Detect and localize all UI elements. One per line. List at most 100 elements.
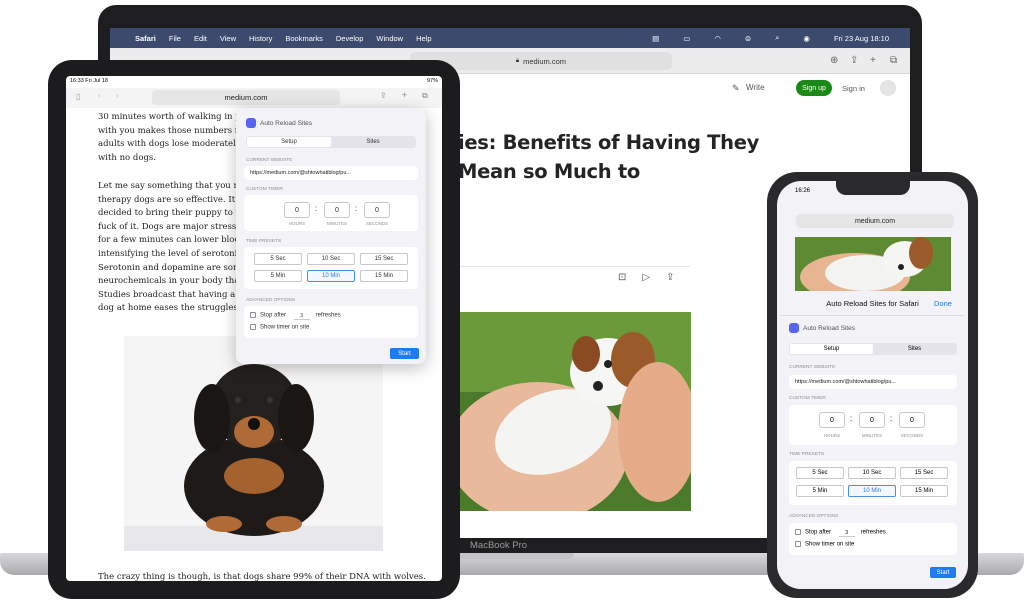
article-divider [458,266,690,267]
custom-timer-card: 0 : 0 : 0 HOURS MINUTES SECONDS [244,195,418,231]
time-presets-card: 5 Sec 10 Sec 15 Sec 5 Min 10 Min 15 Min [244,247,418,289]
menu-item-develop[interactable]: Develop [336,34,364,43]
article-headline: ies: Benefits of Having They Mean so Muc… [458,131,760,183]
stop-count-input[interactable]: 3 [838,530,855,537]
done-button[interactable]: Done [934,299,952,308]
preset-5-min[interactable]: 5 Min [796,485,844,497]
text-line: for a few minutes can lower blood [98,235,245,246]
iphone-address-bar[interactable]: medium.com [796,214,954,228]
bookmark-icon[interactable]: ⊡ [618,272,626,283]
text-line: Let me say something that you mig [98,181,248,191]
siri-icon[interactable]: ◉ [803,34,810,43]
battery-icon[interactable]: ▭ [683,34,690,43]
extension-sheet: Auto Reload Sites for Safari Done Auto R… [781,291,964,589]
stop-after-checkbox[interactable] [250,312,256,318]
status-icon[interactable]: ▤ [652,34,659,43]
extension-popover: Auto Reload Sites Setup Sites CURRENT WE… [236,108,426,364]
current-url-field: https://medium.com/@shtowhatiblog/pu... [789,375,957,389]
search-icon[interactable]: ⌕ [775,33,779,43]
show-timer-checkbox[interactable] [250,324,256,330]
timer-colon: : [315,204,318,213]
text-line: with you makes those numbers m [98,125,243,136]
preset-15-sec[interactable]: 15 Sec [900,467,948,479]
hours-label: HOURS [823,433,841,438]
signin-link[interactable]: Sign in [842,84,865,93]
tab-sites[interactable]: Sites [331,137,415,147]
minutes-input[interactable]: 0 [324,202,350,218]
stop-count-input[interactable]: 3 [293,313,310,320]
new-tab-icon[interactable]: + [402,90,407,100]
seconds-input[interactable]: 0 [364,202,390,218]
download-icon[interactable]: ⊕ [830,55,838,66]
preset-15-sec[interactable]: 15 Sec [360,253,408,265]
share-icon[interactable]: ⇪ [850,55,858,66]
write-link[interactable]: Write [746,83,765,92]
app-icon [789,323,799,333]
back-icon[interactable]: ‹ [98,91,101,100]
share-icon[interactable]: ⇪ [666,272,674,283]
menu-item-edit[interactable]: Edit [194,34,207,43]
ipad-address-bar[interactable]: medium.com [152,90,340,105]
menu-item-history[interactable]: History [249,34,272,43]
avatar[interactable] [880,80,896,96]
minutes-label: MINUTES [861,433,883,438]
time-presets-label: TIME PRESETS [789,452,825,457]
mac-menu-bar: Safari File Edit View History Bookmarks … [110,28,910,48]
preset-15-min[interactable]: 15 Min [900,485,948,497]
tabs-icon[interactable]: ⧉ [422,91,428,101]
preset-15-min[interactable]: 15 Min [360,270,408,282]
control-center-icon[interactable]: ⊜ [745,34,751,43]
menu-item-help[interactable]: Help [416,34,431,43]
menu-item-window[interactable]: Window [376,34,403,43]
preset-5-sec[interactable]: 5 Sec [254,253,302,265]
menu-item-bookmarks[interactable]: Bookmarks [285,34,323,43]
tabs-icon[interactable]: ⧉ [890,55,897,66]
text-line: adults with dogs lose moderately 1 [98,139,248,150]
show-timer-label: Show timer on site [260,324,310,331]
seconds-input[interactable]: 0 [899,412,925,428]
hours-input[interactable]: 0 [819,412,845,428]
custom-timer-label: CUSTOM TIMER [246,187,283,192]
play-icon[interactable]: ▷ [642,272,650,283]
preset-10-sec[interactable]: 10 Sec [848,467,896,479]
preset-10-min[interactable]: 10 Min [307,270,355,282]
tab-sites[interactable]: Sites [873,344,956,354]
tab-setup[interactable]: Setup [790,344,873,354]
forward-icon[interactable]: › [116,91,119,100]
start-button[interactable]: Start [930,567,956,578]
write-icon[interactable]: ✎ [732,83,740,94]
share-icon[interactable]: ⇪ [380,91,387,100]
text-line: neurochemicals in your body that [98,276,243,287]
dachshund-puppy-image [124,336,383,551]
menu-item-safari[interactable]: Safari [135,34,156,43]
current-url-field: https://medium.com/@shtowhatiblog/pu... [244,166,418,180]
seconds-label: SECONDS [900,433,924,438]
text-line: 30 minutes worth of walking in pe [98,112,246,122]
ipad-address-text: medium.com [224,93,268,102]
puppy-in-hands-image [458,312,691,511]
macbook-brand: MacBook Pro [470,540,528,551]
tab-setup[interactable]: Setup [247,137,331,147]
start-button[interactable]: Start [390,348,419,359]
text-line: decided to bring their puppy to wo [98,208,248,219]
preset-10-sec[interactable]: 10 Sec [307,253,355,265]
new-tab-icon[interactable]: + [870,55,876,66]
show-timer-checkbox[interactable] [795,541,801,547]
sidebar-icon[interactable]: ▯ [76,92,80,101]
preset-5-sec[interactable]: 5 Sec [796,467,844,479]
wifi-icon[interactable]: ◠ [714,34,721,43]
stop-after-checkbox[interactable] [795,529,801,535]
minutes-input[interactable]: 0 [859,412,885,428]
text-line: Serotonin and dopamine are some [98,262,247,273]
hours-input[interactable]: 0 [284,202,310,218]
signup-button[interactable]: Sign up [796,80,832,96]
preset-5-min[interactable]: 5 Min [254,270,302,282]
timer-colon: : [890,414,893,423]
menu-item-view[interactable]: View [220,34,236,43]
show-timer-row: Show timer on site [250,324,309,331]
ipad-time: 16:33 Fri Jul 18 [70,78,108,84]
menu-clock[interactable]: Fri 23 Aug 18:10 [834,34,889,43]
macbook-notch [450,553,574,559]
preset-10-min[interactable]: 10 Min [848,485,896,497]
menu-item-file[interactable]: File [169,34,181,43]
